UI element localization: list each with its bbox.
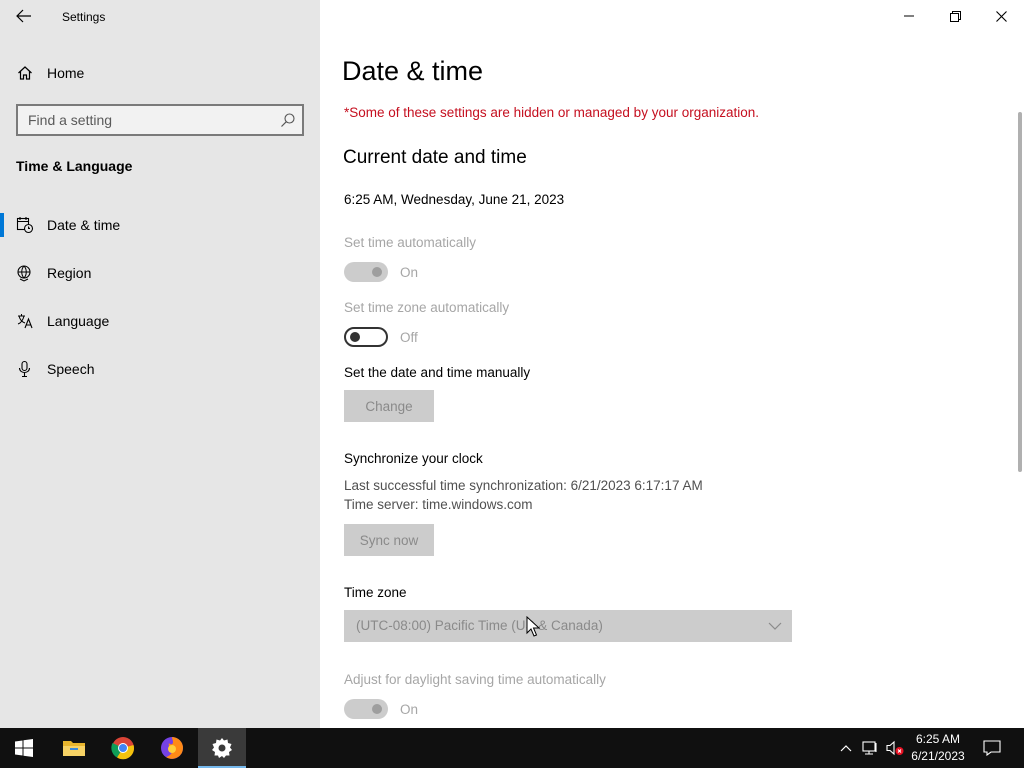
volume-muted-icon [886,740,904,756]
back-arrow-icon [16,9,31,23]
restore-icon [949,10,961,22]
sync-heading: Synchronize your clock [344,451,483,466]
set-tz-auto-toggle[interactable] [344,327,388,347]
sidebar-item-language[interactable]: Language [0,301,320,341]
time-server-text: Time server: time.windows.com [344,497,533,512]
volume-tray-icon[interactable] [886,738,906,758]
dst-toggle[interactable] [344,699,388,719]
action-center-button[interactable] [982,738,1002,758]
taskbar-clock[interactable]: 6:25 AM 6/21/2023 [904,731,972,765]
set-time-auto-label: Set time automatically [344,235,477,250]
dst-label: Adjust for daylight saving time automati… [344,672,606,687]
gear-icon [212,738,232,758]
search-placeholder: Find a setting [28,112,113,128]
scrollbar[interactable] [1018,112,1022,472]
back-button[interactable] [10,4,38,28]
sidebar-item-date-time[interactable]: Date & time [0,205,320,245]
sidebar: Settings Home Find a setting Time & Lang… [0,0,320,728]
set-tz-auto-state: Off [400,330,418,345]
folder-icon [63,741,85,756]
last-sync-text: Last successful time synchronization: 6/… [344,478,703,493]
microphone-icon [18,360,31,378]
search-icon [281,113,295,127]
restore-button[interactable] [932,0,978,32]
clock-time: 6:25 AM [915,732,961,746]
app-title: Settings [62,10,106,24]
sidebar-item-region[interactable]: Region [0,253,320,293]
show-hidden-icons-button[interactable] [836,738,856,758]
sidebar-item-home[interactable]: Home [0,57,320,89]
sidebar-item-label: Speech [47,361,95,377]
current-date-heading: Current date and time [343,147,527,168]
time-zone-value: (UTC-08:00) Pacific Time (US & Canada) [356,618,603,633]
current-date-value: 6:25 AM, Wednesday, June 21, 2023 [344,192,565,207]
toggle-knob [372,704,382,714]
calendar-clock-icon [16,217,34,234]
sidebar-item-label: Date & time [47,217,121,233]
section-title: Time & Language [16,158,133,174]
manual-date-label: Set the date and time manually [344,365,531,380]
toggle-knob [350,332,360,342]
home-icon [18,66,32,80]
firefox-button[interactable] [148,728,196,768]
set-time-auto-state: On [400,265,419,280]
firefox-icon [161,737,183,759]
sidebar-item-label: Language [47,313,110,329]
change-button[interactable]: Change [344,390,434,422]
mouse-cursor-icon [526,616,540,637]
sidebar-item-label: Home [47,65,85,81]
network-icon [862,741,877,755]
start-button[interactable] [0,728,48,768]
taskbar: 6:25 AM 6/21/2023 [0,728,1024,768]
network-tray-icon[interactable] [861,738,881,758]
sync-now-button[interactable]: Sync now [344,524,434,556]
clock-date: 6/21/2023 [911,749,965,763]
notification-icon [983,740,1001,756]
dst-state: On [400,702,419,717]
sidebar-item-speech[interactable]: Speech [0,349,320,389]
sidebar-item-label: Region [47,265,92,281]
time-zone-label: Time zone [344,585,407,600]
settings-taskbar-button[interactable] [198,728,246,768]
page-title: Date & time [342,56,484,86]
toggle-knob [372,267,382,277]
selection-indicator [0,213,4,237]
search-input[interactable]: Find a setting [16,104,304,136]
chevron-down-icon [768,622,782,630]
time-zone-dropdown[interactable]: (UTC-08:00) Pacific Time (US & Canada) [344,610,792,642]
file-explorer-button[interactable] [50,728,98,768]
chevron-up-icon [840,745,852,752]
language-icon [17,314,33,329]
close-button[interactable] [978,0,1024,32]
close-icon [995,10,1007,22]
minimize-button[interactable] [886,0,932,32]
set-time-auto-toggle[interactable] [344,262,388,282]
globe-icon [17,265,31,282]
org-managed-notice: *Some of these settings are hidden or ma… [344,105,760,120]
set-tz-auto-label: Set time zone automatically [344,300,510,315]
minimize-icon [904,15,914,17]
windows-logo-icon [15,739,33,757]
chrome-icon [111,737,135,760]
chrome-button[interactable] [99,728,147,768]
